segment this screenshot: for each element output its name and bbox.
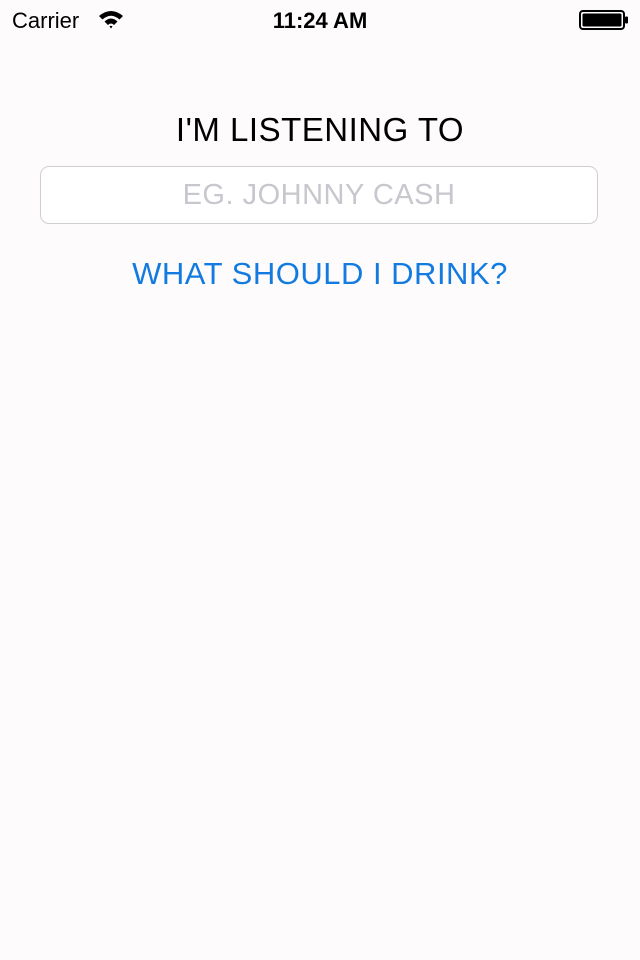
artist-field[interactable] (40, 166, 598, 224)
status-bar: Carrier 11:24 AM (0, 0, 640, 40)
status-time: 11:24 AM (272, 8, 368, 33)
page-title: I'M LISTENING TO (175, 111, 465, 148)
artist-input[interactable] (41, 167, 597, 223)
battery-icon (579, 10, 629, 30)
what-should-i-drink-button[interactable]: WHAT SHOULD I DRINK? (0, 252, 640, 296)
